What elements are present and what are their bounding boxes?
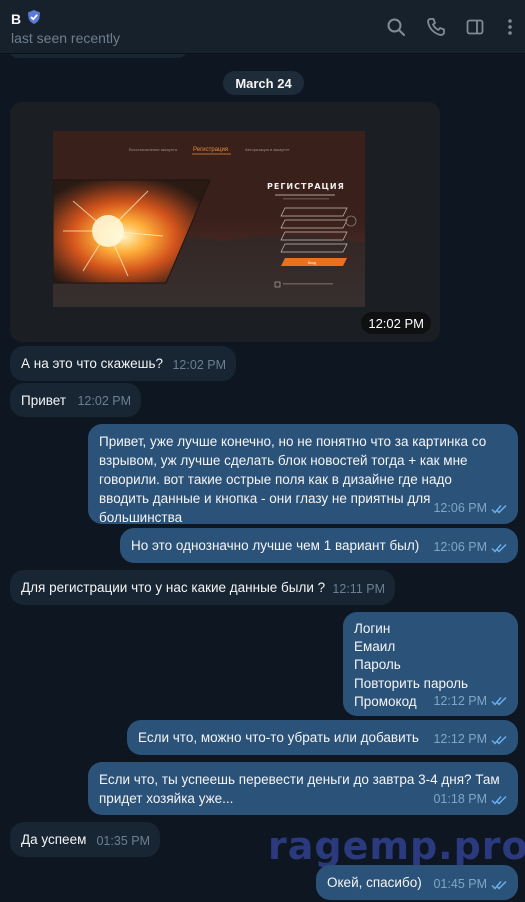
message-incoming[interactable]: А на это что скажешь? 12:02 PM (10, 346, 236, 381)
message-line: Логин (354, 621, 391, 636)
message-time: 01:18 PM (433, 792, 487, 806)
message-time: 12:11 PM (332, 582, 385, 596)
message-time: 01:35 PM (96, 834, 150, 848)
message-outgoing[interactable]: Окей, спасибо) 01:45 PM (316, 865, 518, 900)
message-text: Да успеем (21, 832, 87, 847)
read-checkmarks-icon (491, 696, 507, 706)
previous-message-edge (8, 54, 188, 58)
sidebar-toggle-icon[interactable] (465, 17, 485, 37)
message-outgoing[interactable]: Логин Емаил Пароль Повторить пароль Пром… (343, 612, 518, 716)
svg-text:Авторизация в аккаунте: Авторизация в аккаунте (245, 147, 290, 152)
contact-status: last seen recently (11, 30, 120, 46)
message-incoming[interactable]: Для регистрации что у нас какие данные б… (10, 570, 395, 605)
message-time: 12:12 PM (433, 732, 487, 746)
message-text: Привет, уже лучше конечно, но не понятно… (99, 434, 487, 525)
message-outgoing[interactable]: Но это однозначно лучше чем 1 вариант бы… (120, 528, 518, 563)
message-text: А на это что скажешь? (21, 356, 164, 371)
mockup-tab-register: Регистрация (193, 147, 228, 153)
message-text: Если что, можно что-то убрать или добави… (138, 730, 419, 745)
message-line: Емаил (354, 639, 396, 655)
read-checkmarks-icon (491, 880, 507, 890)
read-checkmarks-icon (491, 543, 507, 553)
contact-name[interactable]: B (11, 9, 42, 28)
message-time: 12:06 PM (433, 501, 487, 515)
verified-badge-icon (26, 9, 42, 28)
mockup-submit: Вход (308, 261, 316, 265)
svg-text:Восстановление аккаунта: Восстановление аккаунта (129, 147, 178, 152)
search-icon[interactable] (386, 17, 406, 37)
message-text: Но это однозначно лучше чем 1 вариант бы… (131, 538, 420, 553)
phone-icon[interactable] (426, 17, 446, 37)
message-outgoing[interactable]: Если что, можно что-то убрать или добави… (127, 720, 518, 755)
message-time: 12:06 PM (433, 540, 487, 554)
photo-message[interactable]: Восстановление аккаунта Регистрация Авто… (10, 102, 440, 342)
message-time: 12:02 PM (172, 358, 226, 372)
chat-header[interactable]: B last seen recently (0, 0, 525, 54)
message-time: 01:45 PM (433, 877, 487, 891)
watermark: ragemp.pro (268, 824, 525, 868)
read-checkmarks-icon (491, 735, 507, 745)
mockup-heading: РЕГИСТРАЦИЯ (267, 182, 345, 191)
message-outgoing[interactable]: Если что, ты успеешь перевести деньги до… (88, 762, 518, 815)
more-vertical-icon[interactable] (500, 17, 520, 37)
message-list[interactable]: March 24 Восстановление аккаунта Регистр… (0, 54, 525, 902)
date-separator: March 24 (223, 71, 304, 95)
photo-timestamp: 12:02 PM (361, 312, 431, 334)
message-text: Для регистрации что у нас какие данные б… (21, 580, 326, 595)
message-text: Окей, спасибо) (327, 875, 422, 890)
design-mockup-image: Восстановление аккаунта Регистрация Авто… (53, 131, 365, 307)
message-outgoing[interactable]: Привет, уже лучше конечно, но не понятно… (88, 424, 518, 525)
message-line: Пароль (354, 657, 401, 673)
message-time: 12:12 PM (433, 693, 487, 708)
message-text: Привет (21, 393, 67, 408)
read-checkmarks-icon (491, 795, 507, 805)
message-incoming[interactable]: Привет 12:02 PM (10, 383, 141, 417)
contact-name-text: B (11, 10, 22, 27)
read-checkmarks-icon (491, 504, 507, 514)
message-incoming[interactable]: Да успеем 01:35 PM (10, 822, 160, 857)
message-line: Повторить пароль (354, 675, 469, 691)
message-time: 12:02 PM (77, 394, 131, 408)
